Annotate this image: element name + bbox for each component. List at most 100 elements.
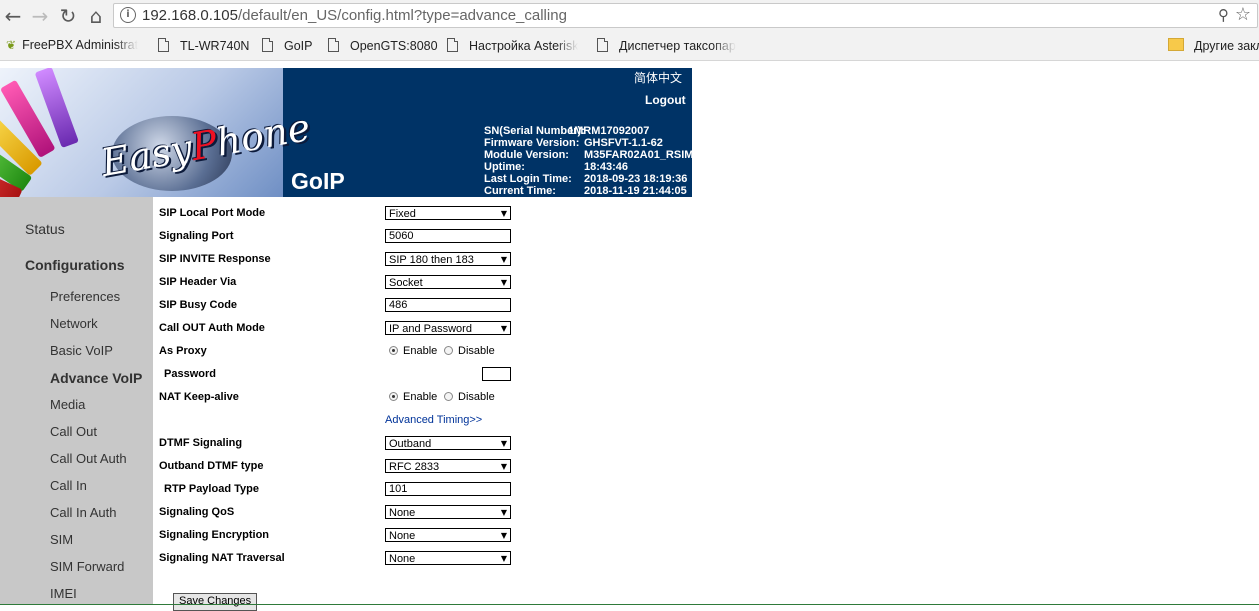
sidebar-item-imei[interactable]: IMEI xyxy=(50,586,77,601)
radio-unchecked-icon xyxy=(444,346,453,355)
save-changes-button[interactable]: Save Changes xyxy=(173,593,258,611)
other-bookmarks[interactable]: Другие закл xyxy=(1168,38,1259,53)
sidebar-item-preferences[interactable]: Preferences xyxy=(50,289,120,304)
sip-invite-response-select[interactable]: SIP 180 then 183 xyxy=(385,252,511,266)
sidebar-item-media[interactable]: Media xyxy=(50,397,85,412)
rtp-payload-type-input[interactable]: 101 xyxy=(385,482,511,496)
sidebar-item-sim-forward[interactable]: SIM Forward xyxy=(50,559,124,574)
freepbx-icon: ❦ xyxy=(6,38,17,52)
bookmark-dispatcher[interactable]: Диспетчер таксопар xyxy=(597,38,736,53)
signaling-encryption-label: Signaling Encryption xyxy=(159,529,270,541)
as-proxy-enable-radio[interactable]: Enable xyxy=(389,345,437,357)
bookmark-label: Настройка Asterisk xyxy=(469,39,579,53)
folder-icon xyxy=(1168,38,1184,51)
bookmark-star-icon[interactable]: ☆ xyxy=(1235,4,1251,25)
page-icon xyxy=(262,38,273,52)
page-icon xyxy=(328,38,339,52)
advanced-timing-link[interactable]: Advanced Timing>> xyxy=(385,414,482,426)
sidebar: Status Configurations Preferences Networ… xyxy=(0,197,153,605)
signaling-qos-label: Signaling QoS xyxy=(159,506,235,518)
home-icon[interactable]: ⌂ xyxy=(85,5,107,27)
reload-icon[interactable]: ↻ xyxy=(57,5,79,27)
password-label: Password xyxy=(164,368,216,380)
zoom-icon[interactable]: ⚲ xyxy=(1218,6,1229,24)
call-out-auth-mode-select[interactable]: IP and Password xyxy=(385,321,511,335)
sidebar-item-status[interactable]: Status xyxy=(25,221,65,237)
sidebar-item-call-out[interactable]: Call Out xyxy=(50,424,97,439)
sidebar-item-call-in-auth[interactable]: Call In Auth xyxy=(50,505,117,520)
sip-header-via-label: SIP Header Via xyxy=(159,276,237,288)
url-path: /default/en_US/config.html?type=advance_… xyxy=(237,7,567,24)
signaling-qos-select[interactable]: None xyxy=(385,505,511,519)
back-icon[interactable]: ← xyxy=(2,5,24,27)
sidebar-item-advance-voip[interactable]: Advance VoIP xyxy=(50,370,142,386)
call-out-auth-mode-label: Call OUT Auth Mode xyxy=(159,322,265,334)
dtmf-signaling-select[interactable]: Outband xyxy=(385,436,511,450)
nat-keepalive-label: NAT Keep-alive xyxy=(159,391,239,403)
url-host: 192.168.0.105 xyxy=(142,7,238,24)
sidebar-item-network[interactable]: Network xyxy=(50,316,98,331)
nat-keepalive-disable-radio[interactable]: Disable xyxy=(444,391,495,403)
info-row: Uptime: 18:43:46 xyxy=(484,161,629,173)
site-info-icon[interactable]: i xyxy=(120,7,136,23)
bookmark-label: TL-WR740N xyxy=(180,39,250,53)
bookmark-label: OpenGTS:8080 xyxy=(350,39,438,53)
info-row: Current Time: 2018-11-19 21:44:05 xyxy=(484,185,687,197)
info-row: Last Login Time: 2018-09-23 18:19:36 xyxy=(484,173,688,185)
sip-local-port-mode-select[interactable]: Fixed xyxy=(385,206,511,220)
browser-toolbar: ← → ↻ ⌂ i 192.168.0.105/default/en_US/co… xyxy=(0,0,1259,33)
radio-checked-icon xyxy=(389,392,398,401)
sip-header-via-select[interactable]: Socket xyxy=(385,275,511,289)
bookmark-label: GoIP xyxy=(284,39,313,53)
address-bar[interactable]: i 192.168.0.105/default/en_US/config.htm… xyxy=(113,3,1258,28)
easyphone-logo: EasyPhone xyxy=(0,68,313,197)
device-info: SN(Serial Number):1MRM17092007 Firmware … xyxy=(484,125,692,197)
page-header: EasyPhone 简体中文 Logout GoIP SN(Serial Num… xyxy=(0,68,692,197)
page-icon xyxy=(597,38,608,52)
page-icon xyxy=(158,38,169,52)
advance-voip-form: SIP Local Port Mode Fixed Signaling Port… xyxy=(153,197,1259,611)
info-row: SN(Serial Number):1MRM17092007 xyxy=(484,125,650,137)
language-link[interactable]: 简体中文 xyxy=(634,69,682,86)
bookmark-goip[interactable]: GoIP xyxy=(262,38,313,53)
info-row: Module Version: M35FAR02A01_RSIM xyxy=(484,149,692,161)
nat-keepalive-enable-radio[interactable]: Enable xyxy=(389,391,437,403)
bookmark-opengts[interactable]: OpenGTS:8080 xyxy=(328,38,438,53)
sip-invite-response-label: SIP INVITE Response xyxy=(159,253,271,265)
radio-checked-icon xyxy=(389,346,398,355)
other-bookmarks-label: Другие закл xyxy=(1194,39,1259,53)
sidebar-item-call-out-auth[interactable]: Call Out Auth xyxy=(50,451,127,466)
info-row: Firmware Version: GHSFVT-1.1-62 xyxy=(484,137,663,149)
product-title: GoIP xyxy=(291,168,345,194)
sip-local-port-mode-label: SIP Local Port Mode xyxy=(159,207,266,219)
as-proxy-disable-radio[interactable]: Disable xyxy=(444,345,495,357)
signaling-nat-traversal-label: Signaling NAT Traversal xyxy=(159,552,285,564)
outband-dtmf-type-label: Outband DTMF type xyxy=(159,460,264,472)
logout-link[interactable]: Logout xyxy=(645,93,686,107)
forward-icon[interactable]: → xyxy=(29,5,51,27)
url-text: 192.168.0.105/default/en_US/config.html?… xyxy=(142,7,567,24)
page-icon xyxy=(447,38,458,52)
sidebar-item-sim[interactable]: SIM xyxy=(50,532,73,547)
sip-busy-code-input[interactable]: 486 xyxy=(385,298,511,312)
sidebar-item-basic-voip[interactable]: Basic VoIP xyxy=(50,343,113,358)
sidebar-item-configurations[interactable]: Configurations xyxy=(25,257,125,273)
bookmark-label: Диспетчер таксопар xyxy=(619,39,736,53)
bookmark-asterisk[interactable]: Настройка Asterisk xyxy=(447,38,578,53)
bookmark-tl-wr740n[interactable]: TL-WR740N xyxy=(158,38,249,53)
rtp-payload-type-label: RTP Payload Type xyxy=(164,483,259,495)
password-input[interactable] xyxy=(482,367,511,381)
radio-unchecked-icon xyxy=(444,392,453,401)
bookmarks-bar: ❦ FreePBX Administrat TL-WR740N GoIP Open… xyxy=(0,33,1259,61)
sidebar-item-call-in[interactable]: Call In xyxy=(50,478,87,493)
bookmark-label: FreePBX Administrat xyxy=(22,38,139,52)
bookmark-freepbx[interactable]: ❦ FreePBX Administrat xyxy=(6,38,138,52)
signaling-encryption-select[interactable]: None xyxy=(385,528,511,542)
sip-busy-code-label: SIP Busy Code xyxy=(159,299,238,311)
signaling-port-label: Signaling Port xyxy=(159,230,234,242)
as-proxy-label: As Proxy xyxy=(159,345,207,357)
signaling-port-input[interactable]: 5060 xyxy=(385,229,511,243)
signaling-nat-traversal-select[interactable]: None xyxy=(385,551,511,565)
dtmf-signaling-label: DTMF Signaling xyxy=(159,437,243,449)
outband-dtmf-type-select[interactable]: RFC 2833 xyxy=(385,459,511,473)
